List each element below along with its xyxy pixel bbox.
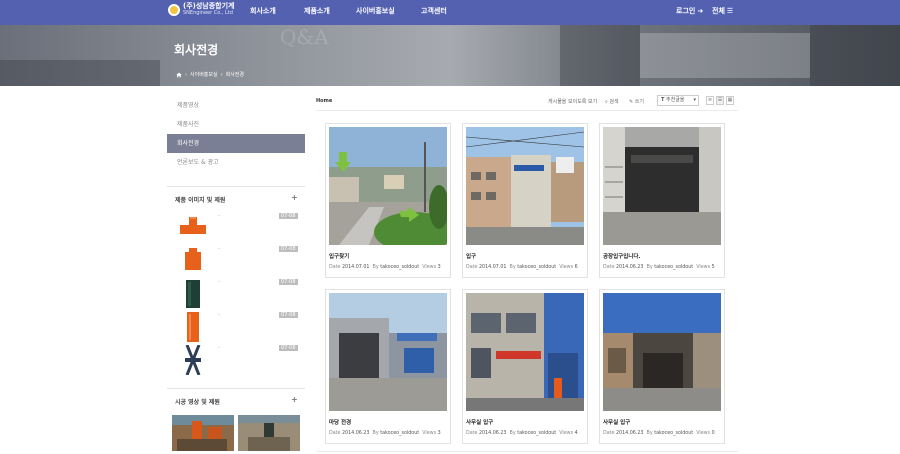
thumb-date: 07-08 <box>279 246 298 252</box>
construction-video-thumb-2[interactable] <box>238 415 300 451</box>
orange-long-pipe-icon <box>187 312 199 342</box>
construction-video-thumb-1[interactable] <box>172 415 234 451</box>
show-all-link[interactable]: 게시물을 보이도록 보기 <box>548 98 597 105</box>
search-label: 검색 <box>609 99 619 105</box>
sidebar-item-product-video[interactable]: 제품영상 <box>167 96 305 115</box>
section-title-products: 제품 이미지 및 제원 <box>175 197 226 204</box>
post-thumbnail[interactable] <box>603 127 721 245</box>
gallery-card[interactable]: 입구 Date 2014.07.01 By takoceo_soldout Vi… <box>462 123 588 278</box>
login-label: 로그인 <box>676 7 696 15</box>
post-title[interactable]: 사무실 입구 <box>603 418 630 426</box>
product-thumb-row[interactable]: - 07-08 <box>172 345 302 375</box>
menu-icon: ☰ <box>726 7 734 15</box>
orange-pipe-icon <box>185 248 201 270</box>
post-thumbnail[interactable] <box>329 293 447 411</box>
post-title[interactable]: 마당 전경 <box>329 418 351 426</box>
post-meta: Date 2014.06.23 By takoceo_soldout Views… <box>329 431 441 436</box>
gallery-card[interactable]: 입구찾기 Date 2014.07.01 By takoceo_soldout … <box>325 123 451 278</box>
breadcrumb-item[interactable]: 사이버홍보실 <box>190 71 218 78</box>
post-meta: Date 2014.06.23 By takoceo_soldout Views… <box>603 265 715 270</box>
post-title[interactable]: 공장입구입니다. <box>603 252 641 260</box>
hero-banner: Q&A 회사전경 › 사이버홍보실 › 회사전경 <box>0 25 900 86</box>
search-icon: ⌕ <box>605 99 608 105</box>
thumb-date: 07-08 <box>279 312 298 318</box>
sidebar-item-press[interactable]: 언론보도 & 광고 <box>167 153 305 172</box>
top-nav: (주)성남종합기계 SNEngineer Co., Ltd 회사소개 제품소개 … <box>0 0 900 25</box>
product-thumb-row[interactable]: - 07-08 <box>172 279 302 309</box>
post-meta: Date 2014.07.01 By takoceo_soldout Views… <box>466 265 578 270</box>
logo[interactable]: (주)성남종합기계 SNEngineer Co., Ltd <box>168 3 234 16</box>
home-icon[interactable] <box>176 72 182 78</box>
post-meta: Date 2014.06.23 By takoceo_soldout Views… <box>603 431 715 436</box>
hero-screen <box>640 33 810 78</box>
breadcrumb-home[interactable]: Home <box>316 98 332 104</box>
sort-dropdown[interactable]: T 추천글을 ▾ <box>657 95 699 106</box>
gallery-card[interactable]: 마당 전경 Date 2014.06.23 By takoceo_soldout… <box>325 289 451 444</box>
login-icon: ➜ <box>697 7 704 15</box>
post-title[interactable]: 사무실 입구 <box>466 418 493 426</box>
menu-item-about[interactable]: 회사소개 <box>250 6 276 16</box>
post-meta: Date 2014.06.23 By takoceo_soldout Views… <box>466 431 578 436</box>
login-link[interactable]: 로그인 ➜ <box>676 6 703 16</box>
post-thumbnail[interactable] <box>466 127 584 245</box>
list-view-icon[interactable]: ≡ <box>706 96 714 105</box>
orange-tee-pipe-icon <box>180 217 206 234</box>
grid-view-icon[interactable]: ▦ <box>726 96 734 105</box>
hero-background-text: Q&A <box>280 25 329 49</box>
post-title[interactable]: 입구찾기 <box>329 252 349 260</box>
menu-item-products[interactable]: 제품소개 <box>304 6 330 16</box>
logo-korean: (주)성남종합기계 <box>183 2 235 10</box>
sort-icon: T <box>661 97 665 103</box>
thumb-date: 07-08 <box>279 279 298 285</box>
page-title: 회사전경 <box>174 43 219 57</box>
post-thumbnail[interactable] <box>466 293 584 411</box>
plus-icon[interactable]: + <box>291 193 298 202</box>
post-thumbnail[interactable] <box>603 293 721 411</box>
plus-icon[interactable]: + <box>291 395 298 404</box>
sidebar-item-company-view[interactable]: 회사전경 <box>167 134 305 153</box>
thumb-date: 07-08 <box>279 345 298 351</box>
all-menu-label: 전체 <box>712 7 725 15</box>
logo-english: SNEngineer Co., Ltd <box>183 10 233 16</box>
chevron-down-icon: ▾ <box>693 97 696 103</box>
search-button[interactable]: ⌕ 검색 <box>605 98 619 105</box>
webzine-view-icon[interactable]: ☰ <box>716 96 724 105</box>
write-button[interactable]: ✎ 쓰기 <box>629 98 644 105</box>
post-thumbnail[interactable] <box>329 127 447 245</box>
menu-item-support[interactable]: 고객센터 <box>421 6 447 16</box>
post-title[interactable]: 입구 <box>466 252 476 260</box>
thumb-date: 07-08 <box>279 213 298 219</box>
product-thumb-row[interactable]: - 07-08 <box>172 213 302 243</box>
green-pipe-icon <box>186 280 200 308</box>
support-bracket-icon <box>185 345 201 375</box>
gallery-card[interactable]: 사무실 입구 Date 2014.06.23 By takoceo_soldou… <box>599 289 725 444</box>
pencil-icon: ✎ <box>629 99 634 105</box>
breadcrumb: › 사이버홍보실 › 회사전경 <box>176 71 244 78</box>
menu-item-cyber-pr[interactable]: 사이버홍보실 <box>356 6 395 16</box>
sidebar-item-product-photo[interactable]: 제품사진 <box>167 115 305 134</box>
product-thumb-row[interactable]: - 07-08 <box>172 312 302 342</box>
write-label: 쓰기 <box>634 99 644 105</box>
all-menu-button[interactable]: 전체 ☰ <box>712 6 733 16</box>
breadcrumb-current: 회사전경 <box>225 72 245 78</box>
product-thumb-row[interactable]: - 07-08 <box>172 246 302 276</box>
post-meta: Date 2014.07.01 By takoceo_soldout Views… <box>329 265 441 270</box>
section-title-construction: 시공 영상 및 제원 <box>175 399 220 406</box>
gallery-card[interactable]: 사무실 입구 Date 2014.06.23 By takoceo_soldou… <box>462 289 588 444</box>
logo-mark-icon <box>168 3 180 16</box>
gallery-card[interactable]: 공장입구입니다. Date 2014.06.23 By takoceo_sold… <box>599 123 725 278</box>
sort-value: 추천글을 <box>666 97 685 103</box>
